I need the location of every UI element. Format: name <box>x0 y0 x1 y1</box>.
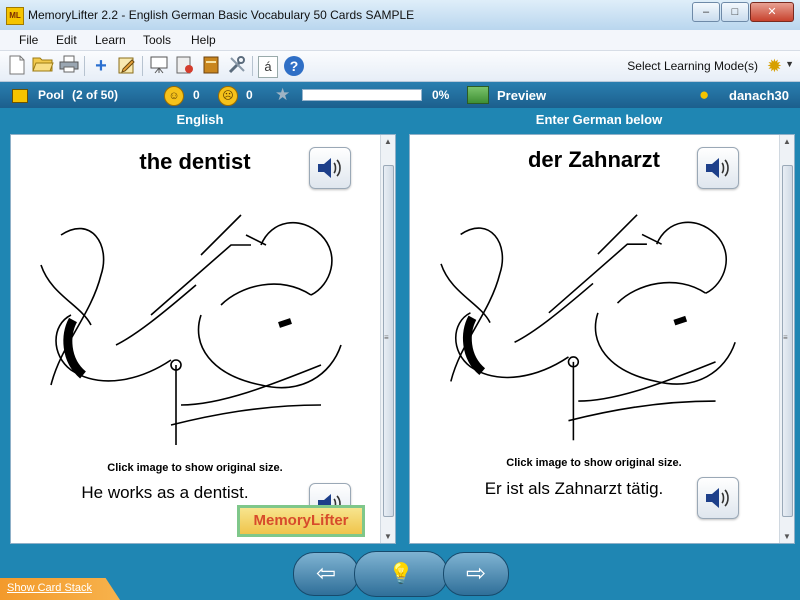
help-icon[interactable]: ? <box>284 56 304 76</box>
toolbar: + á ? Select Learning Mode(s) ✹ ▼ <box>0 51 800 82</box>
image-caption: Click image to show original size. <box>506 457 682 469</box>
next-card-button[interactable]: ⇨ <box>443 552 509 596</box>
speaker-icon <box>318 158 341 178</box>
hint-button[interactable]: 💡 <box>354 551 448 597</box>
scroll-up-icon[interactable]: ▲ <box>384 137 392 146</box>
username: danach30 <box>729 88 789 103</box>
user-icon: ● <box>699 85 710 104</box>
scroll-down-icon[interactable]: ▼ <box>783 532 791 541</box>
smiley-sad-icon: ☹ <box>218 86 238 106</box>
window-title: MemoryLifter 2.2 - English German Basic … <box>28 8 415 22</box>
settings-tools-icon[interactable] <box>226 55 248 77</box>
learning-mode-label[interactable]: Select Learning Mode(s) <box>627 59 758 73</box>
speaker-icon <box>706 158 729 178</box>
chevron-down-icon[interactable]: ▼ <box>785 59 794 69</box>
image-caption: Click image to show original size. <box>107 462 283 474</box>
toolbar-separator <box>142 56 143 76</box>
book-icon[interactable] <box>200 55 222 77</box>
pool-icon <box>12 89 28 103</box>
maximize-button[interactable]: □ <box>721 2 749 22</box>
dentist-illustration[interactable] <box>418 205 768 455</box>
correct-count: 0 <box>193 88 200 102</box>
preview-icon[interactable] <box>467 86 489 104</box>
title-bar: ML MemoryLifter 2.2 - English German Bas… <box>0 0 800 31</box>
open-icon[interactable] <box>32 55 54 77</box>
answer-side-header: Enter German below <box>535 112 663 127</box>
star-icon: ★ <box>275 85 291 104</box>
scroll-down-icon[interactable]: ▼ <box>384 532 392 541</box>
pool-count: (2 of 50) <box>72 88 119 102</box>
presentation-icon[interactable] <box>148 55 170 77</box>
cardset-icon[interactable] <box>174 55 196 77</box>
window-controls: – □ ✕ <box>691 2 794 22</box>
grip-icon: ≡ <box>384 333 389 342</box>
minimize-button[interactable]: – <box>692 2 720 22</box>
gear-sun-icon[interactable]: ✹ <box>767 56 782 77</box>
toolbar-separator <box>84 56 85 76</box>
wrong-count: 0 <box>246 88 253 102</box>
preview-button[interactable]: Preview <box>497 88 546 103</box>
audio-button[interactable] <box>309 147 351 189</box>
new-icon[interactable] <box>6 55 28 77</box>
character-map-icon[interactable]: á <box>258 56 278 78</box>
audio-button[interactable] <box>697 147 739 189</box>
memorylifter-logo: MemoryLifter <box>237 505 365 537</box>
show-card-stack-tab[interactable]: Show Card Stack <box>0 578 120 600</box>
previous-card-button[interactable]: ⇦ <box>293 552 359 596</box>
menu-help[interactable]: Help <box>191 33 216 47</box>
edit-icon[interactable] <box>116 55 138 77</box>
sentence-audio-button[interactable] <box>697 477 739 519</box>
arrow-left-icon: ⇦ <box>315 560 337 587</box>
menu-learn[interactable]: Learn <box>95 33 126 47</box>
pool-label: Pool <box>38 88 64 102</box>
add-icon[interactable]: + <box>90 55 112 77</box>
example-sentence: He works as a dentist. <box>81 483 249 502</box>
progress-text: 0% <box>432 88 450 102</box>
print-icon[interactable] <box>58 55 80 77</box>
lightbulb-icon: 💡 <box>388 563 414 585</box>
scrollbar[interactable]: ▲ ≡ ▼ <box>779 135 794 543</box>
menu-tools[interactable]: Tools <box>143 33 171 47</box>
arrow-right-icon: ⇨ <box>465 560 487 587</box>
grip-icon: ≡ <box>783 333 788 342</box>
menu-bar: File Edit Learn Tools Help <box>0 30 800 51</box>
close-button[interactable]: ✕ <box>750 2 794 22</box>
toolbar-separator <box>252 56 253 76</box>
app-icon: ML <box>6 7 24 25</box>
speaker-icon <box>706 488 729 508</box>
question-card: the dentist Click image to show original… <box>10 134 396 544</box>
menu-file[interactable]: File <box>19 33 38 47</box>
answer-card: der Zahnarzt Click image to show origina… <box>409 134 795 544</box>
dentist-illustration[interactable] <box>21 205 371 460</box>
scroll-up-icon[interactable]: ▲ <box>783 137 791 146</box>
smiley-happy-icon: ☺ <box>164 86 184 106</box>
menu-edit[interactable]: Edit <box>56 33 77 47</box>
question-side-header: English <box>176 112 224 127</box>
progress-bar <box>302 89 422 101</box>
show-card-stack-link[interactable]: Show Card Stack <box>7 582 92 594</box>
